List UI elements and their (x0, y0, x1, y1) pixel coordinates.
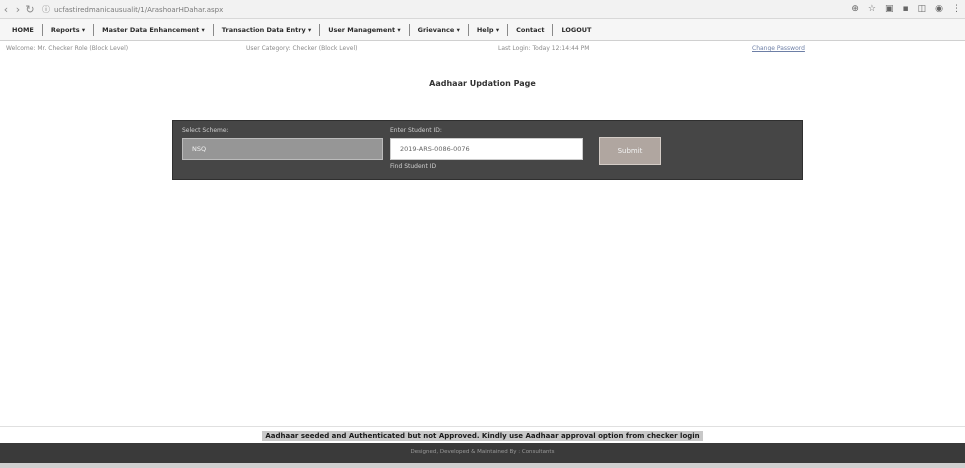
status-message: Aadhaar seeded and Authenticated but not… (0, 431, 965, 441)
bottom-strip (0, 463, 965, 468)
footer: Designed, Developed & Maintained By : Co… (0, 443, 965, 468)
student-id-label: Enter Student ID: (390, 127, 442, 134)
scheme-label: Select Scheme: (182, 127, 229, 134)
change-password-link[interactable]: Change Password (752, 45, 805, 52)
menu-reports[interactable]: Reports ▾ (43, 23, 95, 36)
menu-master-data[interactable]: Master Data Enhancement ▾ (94, 23, 214, 36)
student-id-input[interactable] (390, 138, 583, 160)
aadhaar-form: Select Scheme: NSQ ⌄ Enter Student ID: F… (172, 120, 803, 180)
user-info-bar: Welcome: Mr. Checker Role (Block Level) … (0, 41, 965, 57)
user-category-text: User Category: Checker (Block Level) (246, 45, 358, 52)
extension-icon[interactable]: ▣ (885, 0, 894, 19)
bookmark-icon[interactable]: ▪ (903, 0, 909, 19)
star-icon[interactable]: ☆ (868, 0, 876, 19)
menu-home[interactable]: HOME (4, 23, 43, 36)
menu-contact[interactable]: Contact (508, 23, 554, 36)
menu-user-management[interactable]: User Management ▾ (320, 23, 410, 36)
address-bar[interactable]: ⓘ ucfastiredmanicausualit/1/ArashoarHDaha… (42, 2, 262, 17)
menu-help[interactable]: Help ▾ (469, 23, 509, 36)
page-title: Aadhaar Updation Page (429, 79, 536, 88)
address-url: ucfastiredmanicausualit/1/ArashoarHDahar… (54, 5, 224, 14)
scheme-select[interactable]: NSQ ⌄ (182, 138, 396, 160)
forward-arrow-icon[interactable]: › (12, 0, 24, 19)
welcome-text: Welcome: Mr. Checker Role (Block Level) (6, 45, 129, 52)
main-menu: HOME Reports ▾ Master Data Enhancement ▾… (0, 19, 965, 41)
reload-icon[interactable]: ↻ (24, 0, 36, 19)
menu-logout[interactable]: LOGOUT (553, 24, 599, 36)
profile-icon[interactable]: ◉ (935, 0, 943, 19)
menu-transaction-data[interactable]: Transaction Data Entry ▾ (214, 23, 321, 36)
menu-icon[interactable]: ⋮ (952, 0, 961, 19)
footer-text: Designed, Developed & Maintained By : Co… (410, 449, 555, 455)
submit-button[interactable]: Submit (599, 137, 661, 165)
menu-grievance[interactable]: Grievance ▾ (410, 23, 469, 36)
find-student-id-hint[interactable]: Find Student ID (390, 163, 436, 170)
info-icon: ⓘ (42, 4, 50, 14)
divider (0, 426, 965, 427)
last-login-text: Last Login: Today 12:14:44 PM (498, 45, 590, 52)
browser-actions: ⊕ ☆ ▣ ▪ ◫ ◉ ⋮ (842, 0, 961, 19)
back-arrow-icon[interactable]: ‹ (0, 0, 12, 19)
status-message-text: Aadhaar seeded and Authenticated but not… (262, 431, 703, 441)
scheme-select-value: NSQ (192, 145, 207, 153)
zoom-icon[interactable]: ⊕ (851, 0, 859, 19)
sidebar-icon[interactable]: ◫ (918, 0, 927, 19)
browser-toolbar: ‹ › ↻ ⓘ ucfastiredmanicausualit/1/Arashoa… (0, 0, 965, 19)
